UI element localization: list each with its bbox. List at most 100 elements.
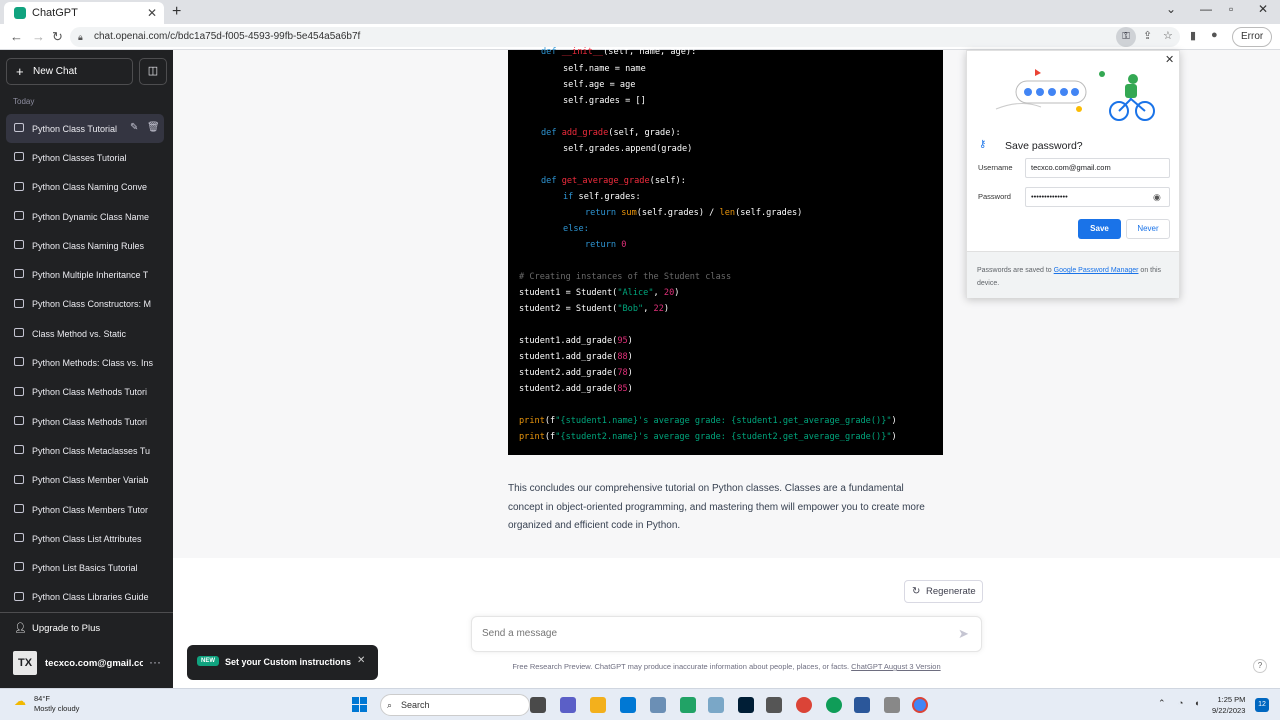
teams-icon[interactable] <box>560 697 576 713</box>
code-line: student2.add_grade(85) <box>519 384 633 394</box>
account-menu[interactable]: TX tecxco.com@gmail.com ··· <box>13 651 163 677</box>
chrome-icon[interactable] <box>796 697 812 713</box>
chrome-icon[interactable] <box>912 697 928 713</box>
key-icon[interactable]: ⚿ <box>1116 27 1136 47</box>
new-chat-button[interactable]: + New Chat <box>6 58 133 85</box>
volume-icon[interactable]: ◖ <box>1194 698 1199 708</box>
forward-arrow-icon[interactable]: → <box>32 29 45 44</box>
save-button[interactable]: Save <box>1078 219 1121 239</box>
taskbar-search[interactable]: ⌕ Search <box>380 694 530 716</box>
sidebar-chat-label: Python Class Members Tutor <box>32 504 149 515</box>
code-comment: # Creating instances of the Student clas… <box>519 272 732 282</box>
toast-text: Set your Custom instructions <box>225 657 352 667</box>
new-tab-button[interactable]: + <box>172 3 181 21</box>
time: 1:25 PM <box>1217 695 1246 704</box>
key-icon: ⚷ <box>979 139 987 150</box>
trash-icon[interactable]: 🗑︎ <box>147 122 160 133</box>
chat-bubble-icon <box>14 298 24 308</box>
windows-start-icon[interactable] <box>352 697 368 713</box>
url-field[interactable]: 🔒︎ chat.openai.com/c/bdc1a75d-f005-4593-… <box>70 27 1180 47</box>
chat-bubble-icon <box>14 415 24 425</box>
sidebar-chat-item[interactable]: Python Methods: Class vs. Ins <box>6 348 164 377</box>
wifi-icon[interactable]: ◔ <box>1178 698 1183 708</box>
help-icon[interactable]: ? <box>1253 659 1267 673</box>
side-panel-icon[interactable]: ▮ <box>1190 29 1196 42</box>
chat-bubble-icon <box>14 181 24 191</box>
close-icon[interactable]: ✕ <box>357 655 365 666</box>
profile-icon[interactable]: ● <box>1211 29 1218 41</box>
app-icon[interactable] <box>854 697 870 713</box>
sidebar-chat-item[interactable]: Python Class Metaclasses Tu <box>6 436 164 465</box>
chat-bubble-icon <box>14 503 24 513</box>
browser-tab[interactable]: ChatGPT ✕ <box>4 2 164 24</box>
sidebar-chat-item[interactable]: Python Class Constructors: M <box>6 290 164 319</box>
back-arrow-icon[interactable]: ← <box>10 29 23 44</box>
calculator-icon[interactable] <box>766 697 782 713</box>
minimize-icon[interactable]: — <box>1200 2 1212 16</box>
chevron-down-icon[interactable]: ⌄ <box>1166 2 1176 16</box>
restore-icon[interactable]: ▫ <box>1229 2 1233 16</box>
url-text: chat.openai.com/c/bdc1a75d-f005-4593-99f… <box>94 31 361 42</box>
close-icon[interactable]: ✕ <box>1165 53 1174 66</box>
sidebar-chat-label: Python Class Methods Tutori <box>32 416 148 427</box>
eye-icon[interactable]: ◉ <box>1153 192 1161 203</box>
sidebar-chat-item[interactable]: Python Class List Attributes <box>6 524 164 553</box>
error-badge[interactable]: Error <box>1232 27 1273 47</box>
share-icon[interactable]: ⇪ <box>1143 29 1152 42</box>
sidebar-chat-item[interactable]: Python Class Naming Rules <box>6 231 164 260</box>
sidebar-chat-item[interactable]: Python Class Members Tutor <box>6 495 164 524</box>
clock[interactable]: 1:25 PM 9/22/2023 <box>1212 694 1245 716</box>
password-manager-link[interactable]: Google Password Manager <box>1054 267 1139 274</box>
store-icon[interactable] <box>620 697 636 713</box>
version-link[interactable]: ChatGPT August 3 Version <box>851 662 941 671</box>
sidebar-chat-item[interactable]: Python Class Libraries Guide <box>6 583 164 612</box>
sidebar-chat-item[interactable]: Python Dynamic Class Name <box>6 202 164 231</box>
never-button[interactable]: Never <box>1126 219 1170 239</box>
sidebar-chat-item[interactable]: Python Class Tutorial ✎ 🗑︎ <box>6 114 164 144</box>
account-email: tecxco.com@gmail.com <box>45 658 143 669</box>
regenerate-button[interactable]: ↻ Regenerate <box>904 580 983 603</box>
bookmark-star-icon[interactable]: ☆ <box>1163 29 1173 42</box>
notification-badge[interactable]: 12 <box>1255 698 1269 712</box>
message-input[interactable] <box>482 628 942 639</box>
new-badge: NEW <box>197 656 219 666</box>
upgrade-to-plus-button[interactable]: 👤︎ Upgrade to Plus <box>14 623 100 634</box>
sidebar-chat-item[interactable]: Python Class Naming Conve <box>6 173 164 202</box>
photoshop-icon[interactable] <box>738 697 754 713</box>
code-line: student1.add_grade(95) <box>519 336 633 346</box>
sidebar-chat-item[interactable]: Python Multiple Inheritance T <box>6 260 164 289</box>
sidebar-chat-item[interactable]: Python Class Methods Tutori <box>6 378 164 407</box>
collapse-sidebar-button[interactable]: ◫ <box>139 58 167 85</box>
tab-close-icon[interactable]: ✕ <box>144 6 160 20</box>
more-options-icon[interactable]: ··· <box>149 655 161 669</box>
sidebar-chat-item[interactable]: Python Classes Tutorial <box>6 143 164 172</box>
sidebar: + New Chat ◫ Today Python Class Tutorial… <box>0 50 173 688</box>
sidebar-chat-item[interactable]: Python List Basics Tutorial <box>6 553 164 582</box>
file-explorer-icon[interactable] <box>590 697 606 713</box>
pencil-icon[interactable]: ✎ <box>130 122 138 133</box>
window-close-icon[interactable]: ✕ <box>1258 2 1268 16</box>
upgrade-label: Upgrade to Plus <box>32 623 101 634</box>
code-line: if self.grades: <box>563 192 641 202</box>
sidebar-chat-item[interactable]: Python Class Member Variab <box>6 466 164 495</box>
task-view-icon[interactable] <box>530 697 546 713</box>
code-line: return 0 <box>585 240 627 250</box>
code-line: def add_grade(self, grade): <box>541 128 681 138</box>
sidebar-chat-item[interactable]: Python Class Methods Tutori <box>6 407 164 436</box>
send-icon[interactable]: ➤ <box>958 626 969 642</box>
weather-widget[interactable]: ☁ 84°F Mostly cloudy <box>14 694 79 714</box>
username-field[interactable]: tecxco.com@gmail.com <box>1025 158 1170 178</box>
sidebar-chat-item[interactable]: Class Method vs. Static <box>6 319 164 348</box>
code-line: student1 = Student("Alice", 20) <box>519 288 680 298</box>
code-line: self.name = name <box>563 64 646 74</box>
password-field[interactable]: •••••••••••••• <box>1025 187 1170 207</box>
custom-instructions-toast[interactable]: NEW Set your Custom instructions ✕ <box>187 645 378 680</box>
app-icon[interactable] <box>708 697 724 713</box>
chrome-icon[interactable] <box>826 697 842 713</box>
app-icon[interactable] <box>680 697 696 713</box>
app-icon[interactable] <box>884 697 900 713</box>
chat-bubble-icon <box>14 240 24 250</box>
chevron-up-icon[interactable]: ⌃ <box>1158 698 1166 709</box>
app-icon[interactable] <box>650 697 666 713</box>
reload-icon[interactable]: ↻ <box>52 29 63 45</box>
